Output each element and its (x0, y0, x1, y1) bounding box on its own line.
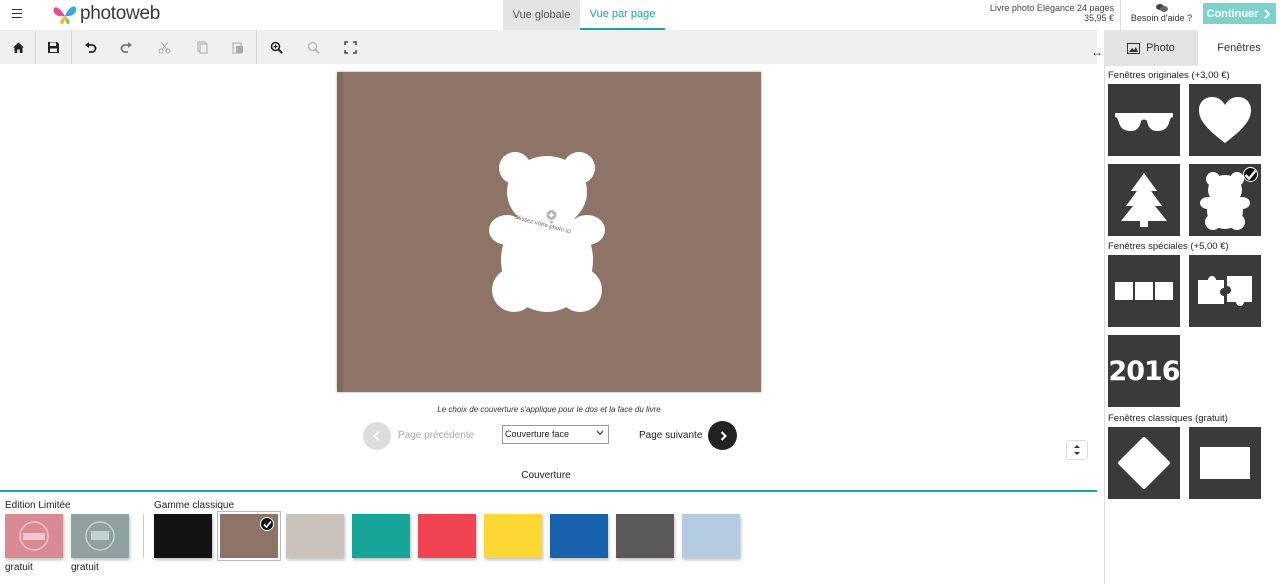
classic-swatch[interactable] (418, 514, 476, 558)
add-photo-icon[interactable] (544, 209, 559, 224)
limited-price-1: gratuit (5, 562, 33, 573)
undo-button[interactable] (72, 30, 108, 64)
window-tree[interactable] (1108, 164, 1180, 236)
chat-bubbles-icon (1155, 4, 1168, 12)
diamond-icon (1118, 437, 1170, 489)
bear-photo-window[interactable] (487, 150, 607, 315)
help-button[interactable]: Besoin d'aide ? (1120, 0, 1202, 30)
rectangle-icon (1200, 447, 1250, 479)
undo-icon (84, 41, 96, 53)
redo-button[interactable] (108, 30, 144, 64)
book-spine (337, 72, 343, 392)
three-squares-icon (1115, 282, 1173, 300)
swatch-separator (143, 514, 144, 558)
year-label: 2016 (1108, 355, 1180, 387)
menu-icon[interactable] (8, 6, 26, 24)
zoom-in-icon (270, 41, 283, 54)
product-price: 35,95 € (1083, 13, 1114, 23)
logo[interactable]: photoweb (52, 1, 160, 27)
stamp-logo-icon (19, 521, 49, 551)
divider (0, 490, 1097, 492)
stamp-logo-icon (85, 521, 115, 551)
section-title-classiques: Fenêtres classiques (gratuit) (1108, 413, 1228, 424)
help-label: Besoin d'aide ? (1130, 13, 1193, 23)
home-button[interactable] (0, 30, 36, 64)
tab-vue-globale[interactable]: Vue globale (503, 0, 580, 30)
window-diamond[interactable] (1108, 427, 1180, 499)
puzzle-pieces-icon (1198, 276, 1252, 306)
save-icon (47, 41, 59, 53)
zoom-out-icon (307, 41, 320, 54)
up-down-arrows-icon (1074, 445, 1080, 455)
limited-price-2: gratuit (71, 562, 99, 573)
window-rectangle[interactable] (1189, 427, 1261, 499)
cut-icon (158, 41, 170, 53)
logo-text: photoweb (80, 3, 161, 24)
continue-button[interactable]: Continuer (1203, 3, 1276, 24)
previous-page-button[interactable] (363, 422, 391, 450)
paste-icon (232, 42, 243, 53)
classic-swatch[interactable] (218, 512, 280, 560)
book-cover[interactable]: Glissez votre photo ici (337, 72, 761, 392)
classic-swatch[interactable] (352, 514, 410, 558)
window-three-squares[interactable] (1108, 255, 1180, 327)
redo-icon (120, 41, 132, 53)
cover-note: Le choix de couverture s'applique pour l… (437, 405, 661, 414)
limited-swatch-2[interactable] (71, 514, 129, 558)
copy-icon (197, 41, 207, 53)
classic-swatch[interactable] (616, 514, 674, 558)
limited-swatch-1[interactable] (5, 514, 63, 558)
selected-check-icon (260, 517, 274, 531)
classic-swatch[interactable] (682, 514, 740, 558)
next-page-button[interactable] (708, 421, 737, 450)
save-button[interactable] (35, 30, 71, 64)
butterfly-logo-icon (53, 6, 77, 24)
tab-photo-label: Photo (1146, 42, 1175, 54)
sunglasses-icon (1115, 113, 1173, 131)
classic-swatch[interactable] (550, 514, 608, 558)
fit-screen-icon (343, 40, 357, 54)
window-bear[interactable] (1189, 164, 1261, 236)
copy-button[interactable] (183, 30, 219, 64)
top-header: photoweb Vue globale Vue par page Livre … (0, 0, 1280, 30)
cut-button[interactable] (146, 30, 182, 64)
zoom-in-button[interactable] (258, 30, 294, 64)
limited-edition-title: Edition Limitée (5, 500, 71, 511)
paste-button[interactable] (219, 30, 255, 64)
vertical-resize-button[interactable] (1066, 440, 1088, 460)
chevron-right-icon (720, 430, 727, 441)
classic-swatch[interactable] (286, 514, 344, 558)
classic-range-title: Gamme classique (154, 500, 235, 511)
section-title-speciales: Fenêtres spéciales (+5,00 €) (1108, 241, 1229, 252)
previous-page-label[interactable]: Page précédente (398, 430, 474, 441)
chevron-left-icon (373, 431, 380, 441)
product-name: Livre photo Elégance 24 pages (989, 3, 1114, 13)
chevron-right-icon (1264, 8, 1271, 19)
window-2016[interactable]: 2016 (1108, 335, 1181, 407)
classic-swatch[interactable] (154, 514, 212, 558)
window-puzzle[interactable] (1189, 255, 1261, 327)
tab-fenetres[interactable]: Fenêtres (1198, 30, 1280, 66)
continue-label: Continuer (1206, 7, 1259, 20)
tab-photo[interactable]: Photo (1104, 30, 1198, 66)
page-select-value: Couverture face (505, 429, 570, 439)
toolbar (0, 30, 1097, 64)
classic-swatch[interactable] (484, 514, 542, 558)
selected-check-icon (1243, 167, 1258, 182)
christmas-tree-icon (1121, 173, 1167, 227)
fit-screen-button[interactable] (332, 30, 368, 64)
home-icon (12, 42, 24, 53)
image-icon (1127, 42, 1141, 54)
next-page-label[interactable]: Page suivante (639, 430, 702, 441)
product-info: Livre photo Elégance 24 pages 35,95 € (990, 3, 1114, 23)
tab-vue-par-page[interactable]: Vue par page (580, 0, 665, 30)
current-page-name: Couverture (521, 470, 571, 481)
heart-icon (1199, 97, 1251, 143)
window-sunglasses[interactable] (1108, 84, 1180, 156)
chevron-down-icon (596, 430, 604, 436)
panel-toggle-arrows-icon[interactable]: ↔ (1089, 44, 1105, 60)
section-title-originales: Fenêtres originales (+3,00 €) (1108, 70, 1230, 81)
zoom-out-button[interactable] (295, 30, 331, 64)
page-select[interactable]: Couverture face (502, 425, 609, 444)
